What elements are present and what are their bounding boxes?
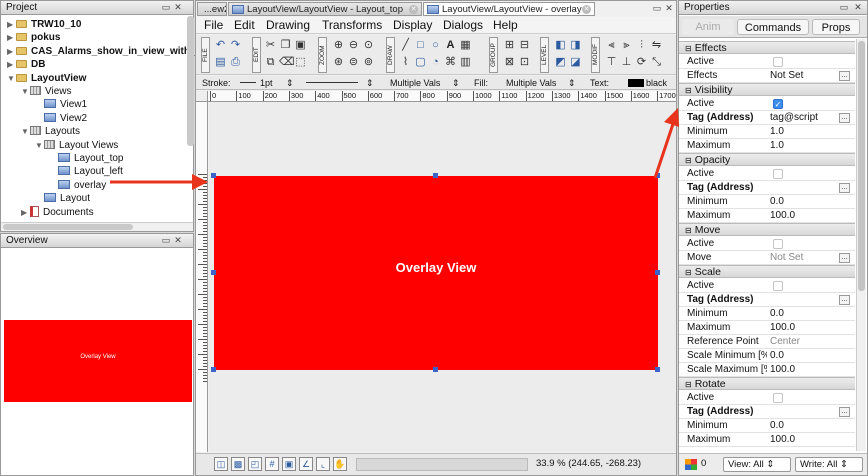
arrowhead-icon (192, 174, 208, 190)
arrow-canvas-to-visibility (653, 123, 675, 179)
arrowhead-icon (664, 108, 679, 127)
annotation-arrows (110, 108, 679, 190)
